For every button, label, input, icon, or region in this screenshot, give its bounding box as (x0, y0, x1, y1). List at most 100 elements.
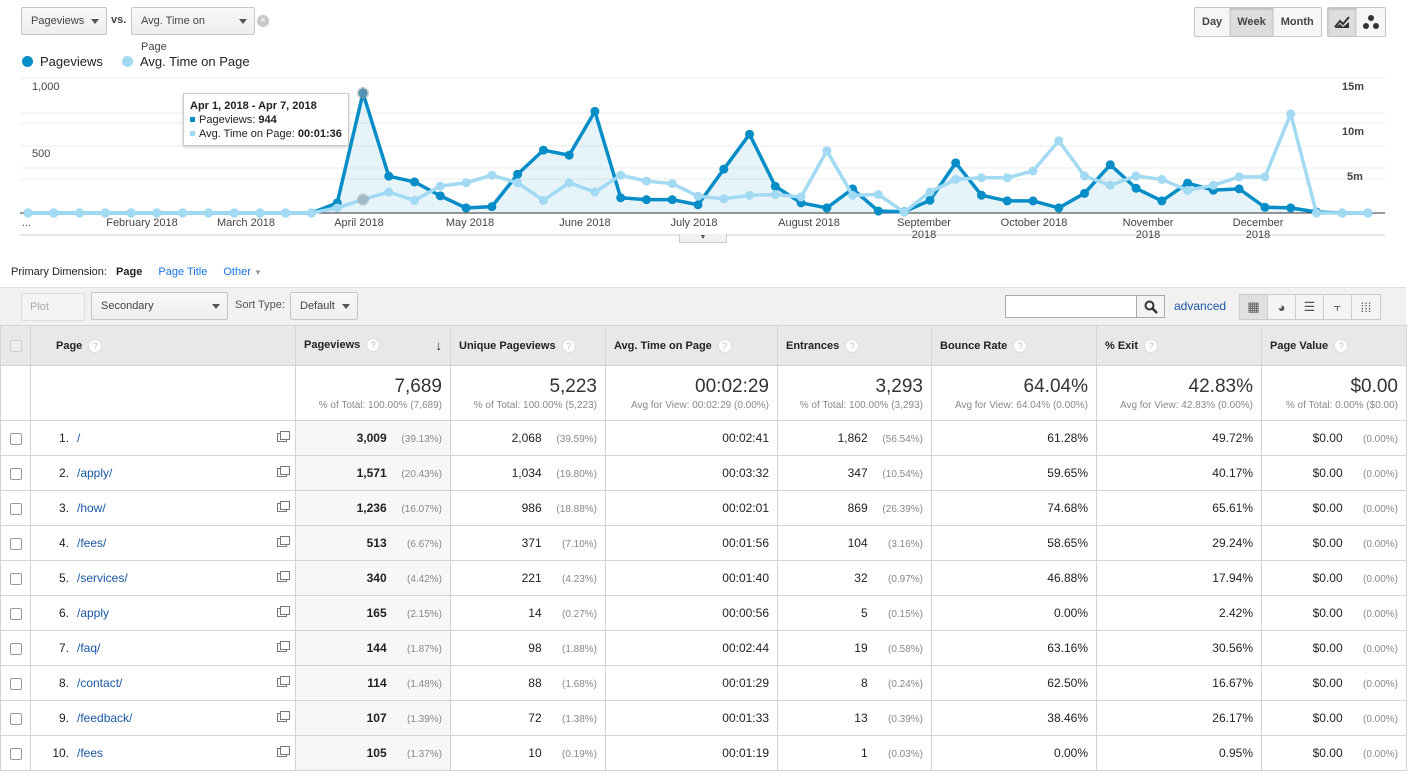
pageviews-point (410, 177, 420, 187)
line-chart-icon[interactable] (1328, 8, 1357, 36)
pageviews-cell: 340 (4.42%) (295, 560, 451, 596)
avg-time-point (1105, 180, 1115, 190)
entrances-cell: 8 (0.24%) (777, 665, 932, 701)
metric1-value: Pageviews (31, 15, 85, 27)
open-external-icon[interactable] (277, 536, 290, 547)
page-cell: 8. /contact/ (30, 665, 296, 701)
avg-time-cell: 00:01:56 (605, 525, 778, 561)
pie-view-icon[interactable]: ◕ (1268, 295, 1296, 319)
pageviews-point (667, 195, 677, 205)
page-link[interactable]: / (77, 431, 80, 445)
metric2-select[interactable]: Avg. Time on Page (131, 7, 255, 53)
search-button[interactable] (1136, 295, 1165, 318)
pivot-view-icon[interactable]: ⁞⁞⁞ (1352, 295, 1380, 319)
unique-pageviews-cell: 10 (0.19%) (450, 735, 606, 771)
col-unique-pageviews[interactable]: Unique Pageviews? (450, 325, 606, 366)
open-external-icon[interactable] (277, 501, 290, 512)
open-external-icon[interactable] (277, 711, 290, 722)
avg-time-point (410, 195, 420, 205)
metric2-value: Avg. Time on Page (141, 15, 205, 53)
col-page-value[interactable]: Page Value? (1261, 325, 1407, 366)
table-search-input[interactable] (1005, 295, 1137, 318)
x-tick-label: July 2018 (670, 217, 718, 229)
page-link[interactable]: /fees/ (77, 536, 106, 550)
row-checkbox[interactable] (0, 525, 31, 561)
plot-rows-button[interactable]: Plot Rows (21, 293, 85, 339)
dimension-page-title[interactable]: Page Title (158, 266, 207, 278)
open-external-icon[interactable] (277, 431, 290, 442)
table-row: 1. / 3,009 (39.13%) 2,068 (39.59%) 00:02:… (0, 420, 1407, 456)
row-checkbox[interactable] (0, 630, 31, 666)
col-bounce-rate[interactable]: Bounce Rate? (931, 325, 1097, 366)
pageviews-point (616, 193, 626, 203)
pageviews-point (770, 181, 780, 191)
bounce-rate-cell: 61.28% (931, 420, 1097, 456)
page-link[interactable]: /apply/ (77, 466, 112, 480)
row-checkbox[interactable] (0, 560, 31, 596)
page-cell: 1. / (30, 420, 296, 456)
avg-time-point (1157, 174, 1167, 184)
row-checkbox[interactable] (0, 490, 31, 526)
row-checkbox[interactable] (0, 700, 31, 736)
col-exit[interactable]: % Exit? (1096, 325, 1262, 366)
select-all-checkbox[interactable] (0, 325, 31, 366)
open-external-icon[interactable] (277, 641, 290, 652)
col-avg-time[interactable]: Avg. Time on Page? (605, 325, 778, 366)
row-checkbox[interactable] (0, 420, 31, 456)
pageviews-point (976, 190, 986, 200)
avg-time-point (564, 178, 574, 188)
avg-time-point (435, 181, 445, 191)
col-page[interactable]: Page? (30, 325, 296, 366)
secondary-dimension-select[interactable]: Secondary dimension (91, 292, 228, 338)
remove-metric-icon[interactable]: × (257, 15, 269, 27)
page-link[interactable]: /services/ (77, 571, 128, 585)
col-pageviews[interactable]: Pageviews? ↓ (295, 325, 451, 366)
hover-point (357, 87, 369, 100)
row-checkbox[interactable] (0, 455, 31, 491)
open-external-icon[interactable] (277, 466, 290, 477)
motion-chart-icon[interactable] (1357, 8, 1385, 36)
dimension-other[interactable]: Other ▼ (223, 266, 262, 278)
legend-pageviews[interactable]: Pageviews (22, 54, 103, 69)
open-external-icon[interactable] (277, 571, 290, 582)
chart-collapse-handle[interactable]: ▼ (679, 234, 727, 243)
row-checkbox[interactable] (0, 665, 31, 701)
pageviews-point (1286, 203, 1296, 213)
table-row: 6. /apply 165 (2.15%) 14 (0.27%) 00:00:56… (0, 595, 1407, 631)
page-link[interactable]: /apply (77, 606, 109, 620)
period-day-button[interactable]: Day (1195, 8, 1231, 36)
dimension-page[interactable]: Page (116, 266, 142, 278)
open-external-icon[interactable] (277, 676, 290, 687)
chevron-down-icon (239, 19, 247, 24)
performance-view-icon[interactable]: ☰ (1296, 295, 1324, 319)
avg-time-point (976, 173, 986, 183)
avg-time-point (616, 170, 626, 180)
unique-pageviews-cell: 2,068 (39.59%) (450, 420, 606, 456)
pageviews-cell: 513 (6.67%) (295, 525, 451, 561)
page-link[interactable]: /contact/ (77, 676, 122, 690)
row-checkbox[interactable] (0, 595, 31, 631)
period-month-button[interactable]: Month (1274, 8, 1321, 36)
page-cell: 5. /services/ (30, 560, 296, 596)
x-tick-label: November 2018 (1122, 217, 1174, 241)
row-checkbox[interactable] (0, 735, 31, 771)
legend-dot-icon (122, 56, 133, 67)
col-entrances[interactable]: Entrances? (777, 325, 932, 366)
pageviews-point (487, 202, 497, 212)
advanced-link[interactable]: advanced (1174, 299, 1226, 313)
table-view-icon[interactable]: ▦ (1240, 295, 1268, 319)
metric1-select[interactable]: Pageviews (21, 7, 107, 35)
page-link[interactable]: /feedback/ (77, 711, 132, 725)
page-link[interactable]: /how/ (77, 501, 106, 515)
page-link[interactable]: /faq/ (77, 641, 100, 655)
sort-type-select[interactable]: Default (290, 292, 358, 320)
open-external-icon[interactable] (277, 606, 290, 617)
comparison-view-icon[interactable]: ⫟ (1324, 295, 1352, 319)
legend-avg-time[interactable]: Avg. Time on Page (122, 54, 250, 69)
page-link[interactable]: /fees (77, 746, 103, 760)
pageviews-point (951, 158, 961, 168)
open-external-icon[interactable] (277, 746, 290, 757)
entrances-cell: 32 (0.97%) (777, 560, 932, 596)
period-week-button[interactable]: Week (1230, 8, 1274, 36)
row-number: 2. (58, 466, 69, 480)
